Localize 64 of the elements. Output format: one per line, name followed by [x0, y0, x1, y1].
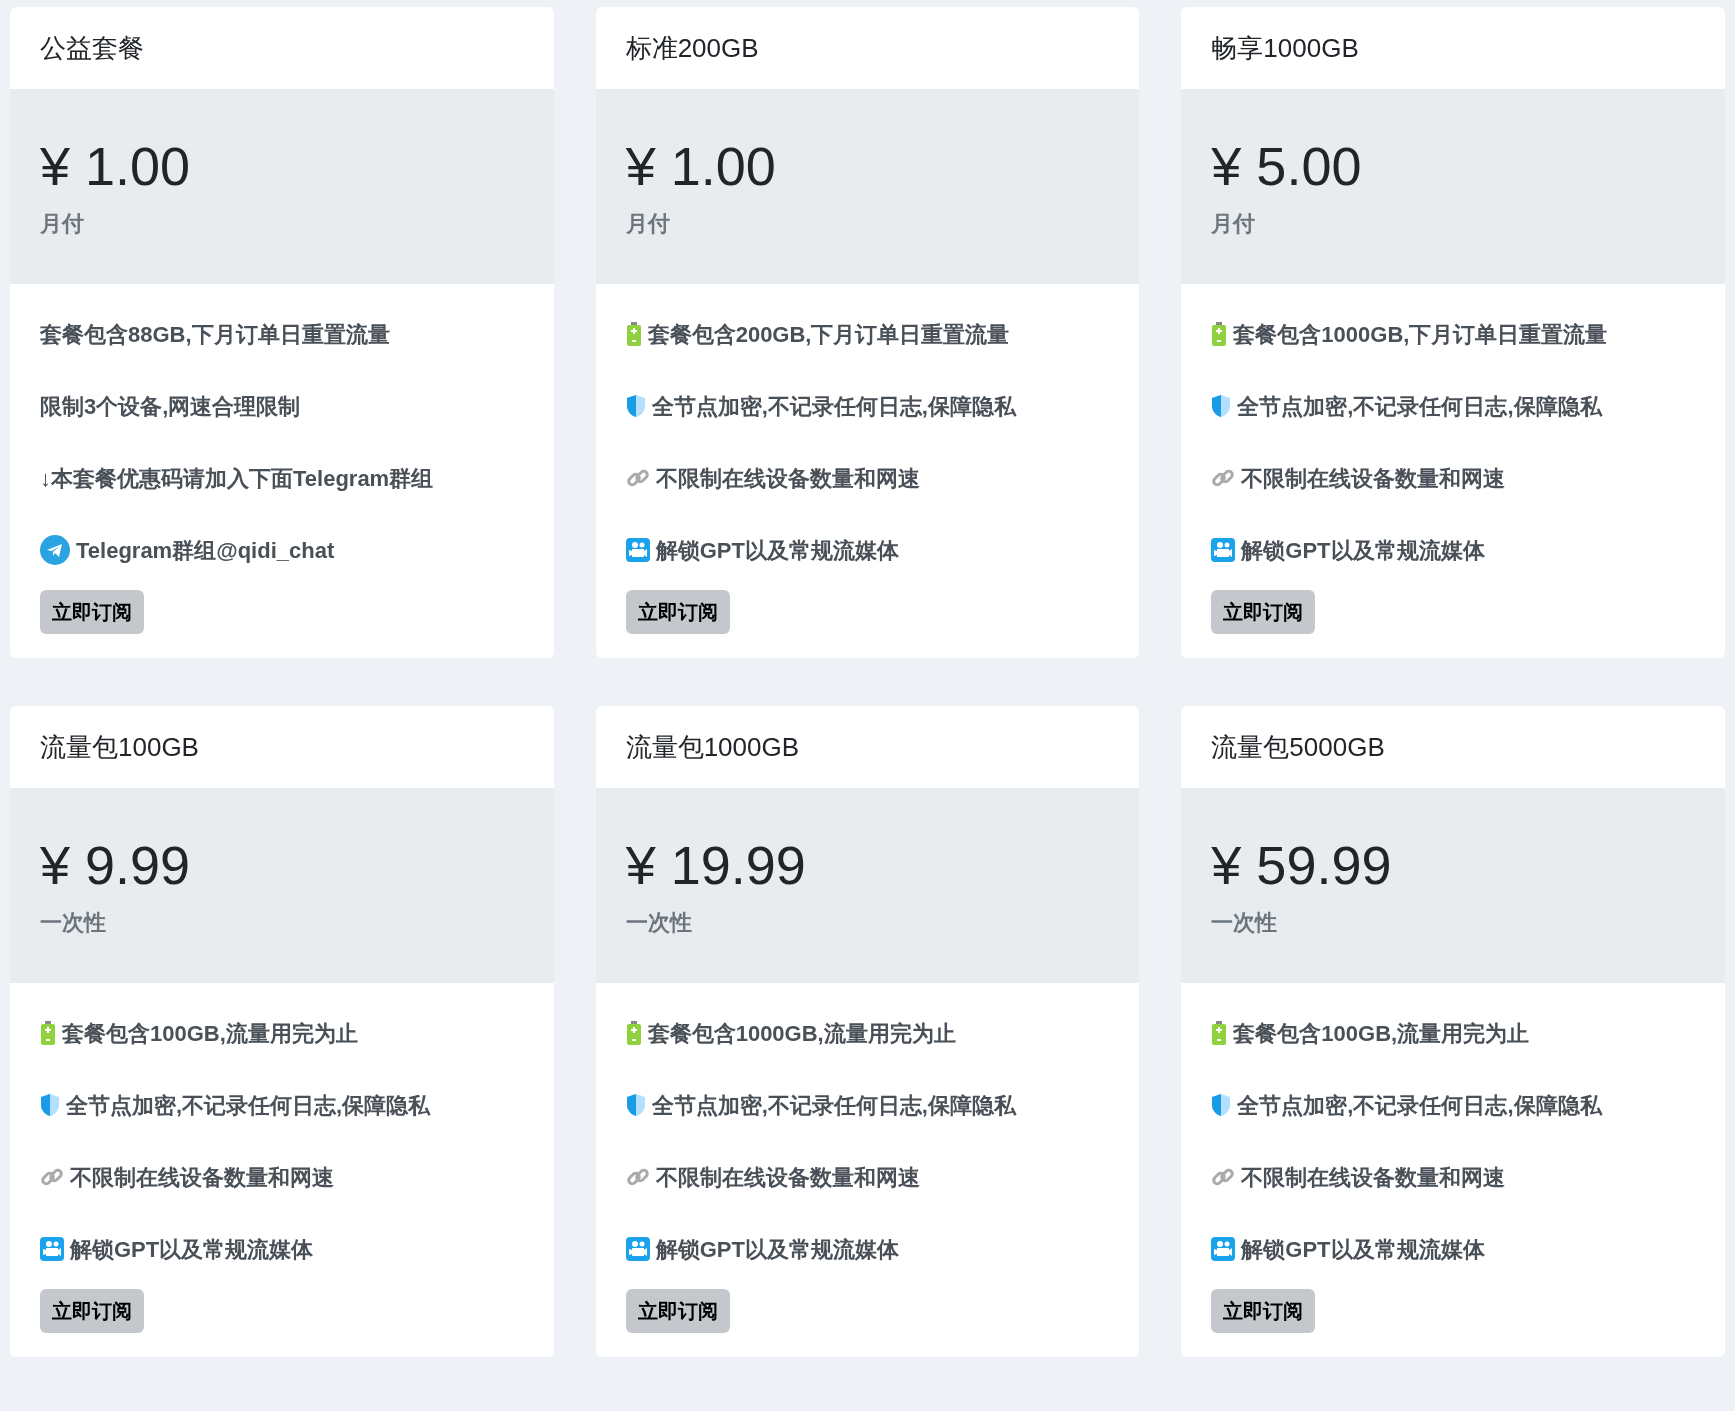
feature-text: 全节点加密,不记录任何日志,保障隐私 — [651, 1091, 1016, 1120]
plan-name: 标准200GB — [625, 31, 759, 65]
shield-icon — [1211, 394, 1232, 418]
plan-price: ¥ 19.99 — [625, 838, 807, 892]
billing-period: 一次性 — [1211, 909, 1279, 937]
subscribe-button[interactable]: 立即订阅 — [40, 590, 144, 634]
billing-period: 月付 — [625, 210, 671, 238]
feature-text: 全节点加密,不记录任何日志,保障隐私 — [1237, 392, 1602, 421]
subscribe-button[interactable]: 立即订阅 — [1211, 1289, 1316, 1333]
feature-text: 解锁GPT以及常规流媒体 — [655, 1235, 899, 1264]
plan-name: 流量包1000GB — [625, 730, 800, 764]
battery-icon — [1211, 322, 1228, 346]
video-camera-icon — [1211, 538, 1236, 562]
billing-period: 月付 — [1211, 210, 1257, 238]
feature-text: 不限制在线设备数量和网速 — [1241, 1163, 1506, 1192]
plan-price: ¥ 9.99 — [40, 838, 192, 892]
feature-text: 不限制在线设备数量和网速 — [655, 1163, 920, 1192]
subscribe-button[interactable]: 立即订阅 — [1211, 590, 1316, 634]
plan-name: 流量包5000GB — [1211, 730, 1385, 764]
feature-text: 套餐包含88GB,下月订单日重置流量 — [40, 320, 390, 349]
battery-icon — [625, 1021, 642, 1045]
feature-text: 全节点加密,不记录任何日志,保障隐私 — [651, 392, 1016, 421]
subscribe-button[interactable]: 立即订阅 — [625, 590, 730, 634]
battery-icon — [625, 322, 642, 346]
battery-icon — [1211, 1021, 1228, 1045]
plan-price: ¥ 1.00 — [40, 139, 192, 193]
feature-text: Telegram群组@qidi_chat — [76, 536, 335, 565]
plan-name: 畅享1000GB — [1211, 31, 1359, 65]
feature-text: ↓本套餐优惠码请加入下面Telegram群组 — [40, 464, 434, 493]
feature-text: 解锁GPT以及常规流媒体 — [655, 536, 899, 565]
plan-price: ¥ 59.99 — [1211, 838, 1393, 892]
feature-text: 解锁GPT以及常规流媒体 — [70, 1235, 314, 1264]
subscribe-button[interactable]: 立即订阅 — [40, 1289, 144, 1333]
billing-period: 月付 — [40, 210, 85, 238]
feature-text: 不限制在线设备数量和网速 — [1241, 464, 1506, 493]
plan-name: 流量包100GB — [40, 730, 199, 764]
feature-text: 解锁GPT以及常规流媒体 — [1241, 1235, 1485, 1264]
feature-text: 不限制在线设备数量和网速 — [655, 464, 920, 493]
shield-icon — [625, 1093, 646, 1117]
plan-price: ¥ 1.00 — [625, 139, 777, 193]
feature-text: 套餐包含200GB,下月订单日重置流量 — [647, 320, 1010, 349]
billing-period: 一次性 — [40, 909, 107, 937]
video-camera-icon — [625, 1237, 650, 1261]
plan-name: 公益套餐 — [40, 31, 144, 65]
plan-price: ¥ 5.00 — [1211, 139, 1363, 193]
shield-icon — [40, 1093, 60, 1117]
feature-text: 套餐包含1000GB,流量用完为止 — [647, 1019, 956, 1048]
telegram-icon — [40, 535, 70, 565]
feature-text: 解锁GPT以及常规流媒体 — [1241, 536, 1485, 565]
feature-text: 套餐包含100GB,流量用完为止 — [62, 1019, 358, 1048]
shield-icon — [625, 394, 646, 418]
video-camera-icon — [1211, 1237, 1236, 1261]
feature-text: 全节点加密,不记录任何日志,保障隐私 — [66, 1091, 431, 1120]
billing-period: 一次性 — [625, 909, 693, 937]
feature-text: 套餐包含100GB,流量用完为止 — [1233, 1019, 1530, 1048]
video-camera-icon — [40, 1237, 64, 1261]
feature-text: 套餐包含1000GB,下月订单日重置流量 — [1233, 320, 1608, 349]
feature-text: 全节点加密,不记录任何日志,保障隐私 — [1237, 1091, 1602, 1120]
feature-text: 限制3个设备,网速合理限制 — [40, 392, 301, 421]
shield-icon — [1211, 1093, 1232, 1117]
battery-icon — [40, 1021, 56, 1045]
video-camera-icon — [625, 538, 650, 562]
subscribe-button[interactable]: 立即订阅 — [625, 1289, 730, 1333]
feature-text: 不限制在线设备数量和网速 — [70, 1163, 334, 1192]
